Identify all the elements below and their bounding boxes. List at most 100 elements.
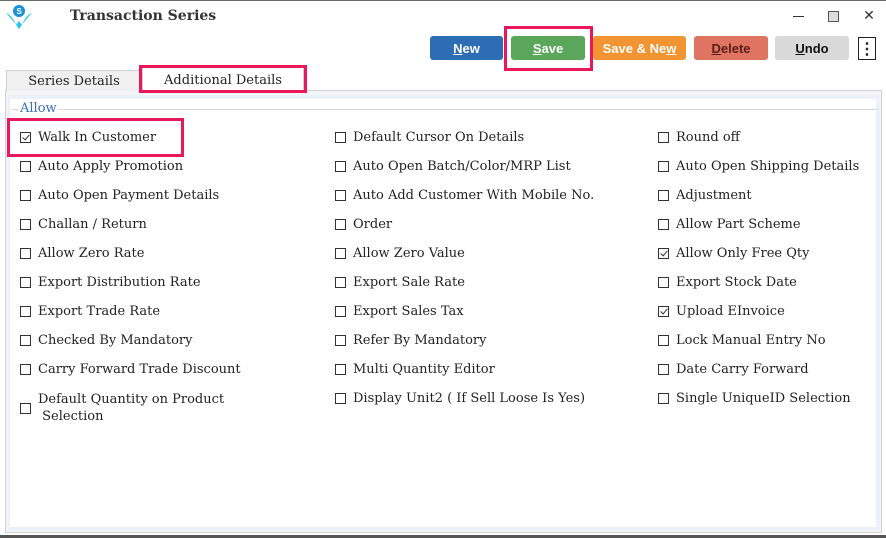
checkbox-label: Export Sales Tax <box>353 304 464 319</box>
more-options-button[interactable]: ⋮ <box>858 37 876 60</box>
checkbox-unchecked-icon[interactable] <box>335 393 346 404</box>
checkbox-carry-forward-trade-discount[interactable]: Carry Forward Trade Discount <box>20 362 241 377</box>
checkbox-display-unit2-if-sell-loose-is-yes[interactable]: Display Unit2 ( If Sell Loose Is Yes) <box>335 391 585 406</box>
checkbox-unchecked-icon[interactable] <box>335 277 346 288</box>
undo-label: ndo <box>804 40 829 56</box>
checkbox-auto-open-batch-color-mrp-list[interactable]: Auto Open Batch/Color/MRP List <box>335 159 571 174</box>
checkbox-label-line2: Selection <box>38 409 104 424</box>
checkbox-unchecked-icon[interactable] <box>20 364 31 375</box>
checkbox-lock-manual-entry-no[interactable]: Lock Manual Entry No <box>658 333 826 348</box>
checkbox-label: Allow Part Scheme <box>676 217 801 232</box>
checkbox-unchecked-icon[interactable] <box>335 190 346 201</box>
close-button[interactable]: ✕ <box>857 6 881 26</box>
checkbox-challan-return[interactable]: Challan / Return <box>20 217 147 232</box>
checkbox-export-trade-rate[interactable]: Export Trade Rate <box>20 304 160 319</box>
checkbox-label: Auto Open Payment Details <box>38 188 220 203</box>
new-accel: N <box>453 40 463 56</box>
save-button[interactable]: Save <box>511 36 585 60</box>
checkbox-unchecked-icon[interactable] <box>335 335 346 346</box>
checkbox-upload-einvoice[interactable]: Upload EInvoice <box>658 304 785 319</box>
checkbox-unchecked-icon[interactable] <box>335 219 346 230</box>
delete-button[interactable]: Delete <box>694 36 768 60</box>
maximize-button[interactable] <box>821 6 845 26</box>
checkbox-walk-in-customer[interactable]: Walk In Customer <box>20 130 156 145</box>
checkbox-checked-icon[interactable] <box>20 132 31 143</box>
tab-label: Additional Details <box>164 72 282 88</box>
checkbox-label: Multi Quantity Editor <box>353 362 495 377</box>
checkbox-label: Auto Apply Promotion <box>38 159 184 174</box>
checkbox-label: Order <box>353 217 393 232</box>
new-button[interactable]: New <box>430 36 503 60</box>
checkbox-auto-open-payment-details[interactable]: Auto Open Payment Details <box>20 188 219 203</box>
checkbox-label: Allow Zero Value <box>353 246 465 261</box>
checkbox-auto-apply-promotion[interactable]: Auto Apply Promotion <box>20 159 183 174</box>
checkbox-unchecked-icon[interactable] <box>335 248 346 259</box>
checkbox-unchecked-icon[interactable] <box>20 306 31 317</box>
tab-additional-details[interactable]: Additional Details <box>142 67 304 92</box>
checkbox-unchecked-icon[interactable] <box>20 248 31 259</box>
tab-series-details[interactable]: Series Details <box>6 70 142 91</box>
checkbox-auto-add-customer-with-mobile-no[interactable]: Auto Add Customer With Mobile No. <box>335 188 594 203</box>
checkbox-unchecked-icon[interactable] <box>658 393 669 404</box>
checkbox-label: Round off <box>676 130 740 145</box>
checkbox-unchecked-icon[interactable] <box>658 190 669 201</box>
undo-accel: U <box>795 40 805 56</box>
checkbox-single-uniqueid-selection[interactable]: Single UniqueID Selection <box>658 391 851 406</box>
checkbox-label: Carry Forward Trade Discount <box>38 362 241 377</box>
checkbox-default-quantity-on-product[interactable]: Default Quantity on Product Selection <box>20 391 224 425</box>
checkbox-unchecked-icon[interactable] <box>335 161 346 172</box>
checkbox-unchecked-icon[interactable] <box>20 335 31 346</box>
checkbox-auto-open-shipping-details[interactable]: Auto Open Shipping Details <box>658 159 859 174</box>
checkbox-label: Upload EInvoice <box>676 304 785 319</box>
checkbox-export-distribution-rate[interactable]: Export Distribution Rate <box>20 275 201 290</box>
checkbox-round-off[interactable]: Round off <box>658 130 740 145</box>
checkbox-label: Allow Only Free Qty <box>676 246 810 261</box>
checkbox-allow-part-scheme[interactable]: Allow Part Scheme <box>658 217 801 232</box>
checkbox-date-carry-forward[interactable]: Date Carry Forward <box>658 362 809 377</box>
checkbox-label: Single UniqueID Selection <box>676 391 851 406</box>
group-border <box>12 109 878 110</box>
checkbox-label: Lock Manual Entry No <box>676 333 826 348</box>
checkbox-label: Default Quantity on Product Selection <box>38 391 224 425</box>
window-top-border <box>0 0 886 1</box>
checkbox-unchecked-icon[interactable] <box>658 161 669 172</box>
checkbox-default-cursor-on-details[interactable]: Default Cursor On Details <box>335 130 524 145</box>
checkbox-multi-quantity-editor[interactable]: Multi Quantity Editor <box>335 362 495 377</box>
checkbox-unchecked-icon[interactable] <box>658 277 669 288</box>
app-logo-icon: S <box>4 3 34 29</box>
checkbox-label: Export Sale Rate <box>353 275 465 290</box>
checkbox-unchecked-icon[interactable] <box>335 132 346 143</box>
checkbox-unchecked-icon[interactable] <box>658 335 669 346</box>
checkbox-unchecked-icon[interactable] <box>20 277 31 288</box>
delete-accel: D <box>711 40 721 56</box>
checkbox-unchecked-icon[interactable] <box>335 364 346 375</box>
checkbox-export-sales-tax[interactable]: Export Sales Tax <box>335 304 464 319</box>
checkbox-unchecked-icon[interactable] <box>335 306 346 317</box>
checkbox-unchecked-icon[interactable] <box>658 132 669 143</box>
checkbox-export-stock-date[interactable]: Export Stock Date <box>658 275 797 290</box>
checkbox-unchecked-icon[interactable] <box>658 219 669 230</box>
checkbox-unchecked-icon[interactable] <box>20 402 31 414</box>
checkbox-label: Challan / Return <box>38 217 147 232</box>
checkbox-refer-by-mandatory[interactable]: Refer By Mandatory <box>335 333 486 348</box>
checkbox-label: Date Carry Forward <box>676 362 809 377</box>
minimize-button[interactable] <box>786 6 810 26</box>
checkbox-allow-only-free-qty[interactable]: Allow Only Free Qty <box>658 246 809 261</box>
checkbox-unchecked-icon[interactable] <box>20 161 31 172</box>
checkbox-allow-zero-rate[interactable]: Allow Zero Rate <box>20 246 144 261</box>
checkbox-adjustment[interactable]: Adjustment <box>658 188 752 203</box>
checkbox-checked-icon[interactable] <box>658 248 669 259</box>
save-new-accel: w <box>666 40 677 56</box>
checkbox-label: Display Unit2 ( If Sell Loose Is Yes) <box>353 391 586 406</box>
checkbox-checked-by-mandatory[interactable]: Checked By Mandatory <box>20 333 192 348</box>
checkbox-allow-zero-value[interactable]: Allow Zero Value <box>335 246 465 261</box>
checkbox-export-sale-rate[interactable]: Export Sale Rate <box>335 275 465 290</box>
checkbox-order[interactable]: Order <box>335 217 392 232</box>
checkbox-unchecked-icon[interactable] <box>20 219 31 230</box>
checkbox-unchecked-icon[interactable] <box>20 190 31 201</box>
save-and-new-button[interactable]: Save & Ne w <box>593 36 686 60</box>
checkbox-label: Refer By Mandatory <box>353 333 487 348</box>
checkbox-checked-icon[interactable] <box>658 306 669 317</box>
undo-button[interactable]: Undo <box>775 36 849 60</box>
checkbox-unchecked-icon[interactable] <box>658 364 669 375</box>
